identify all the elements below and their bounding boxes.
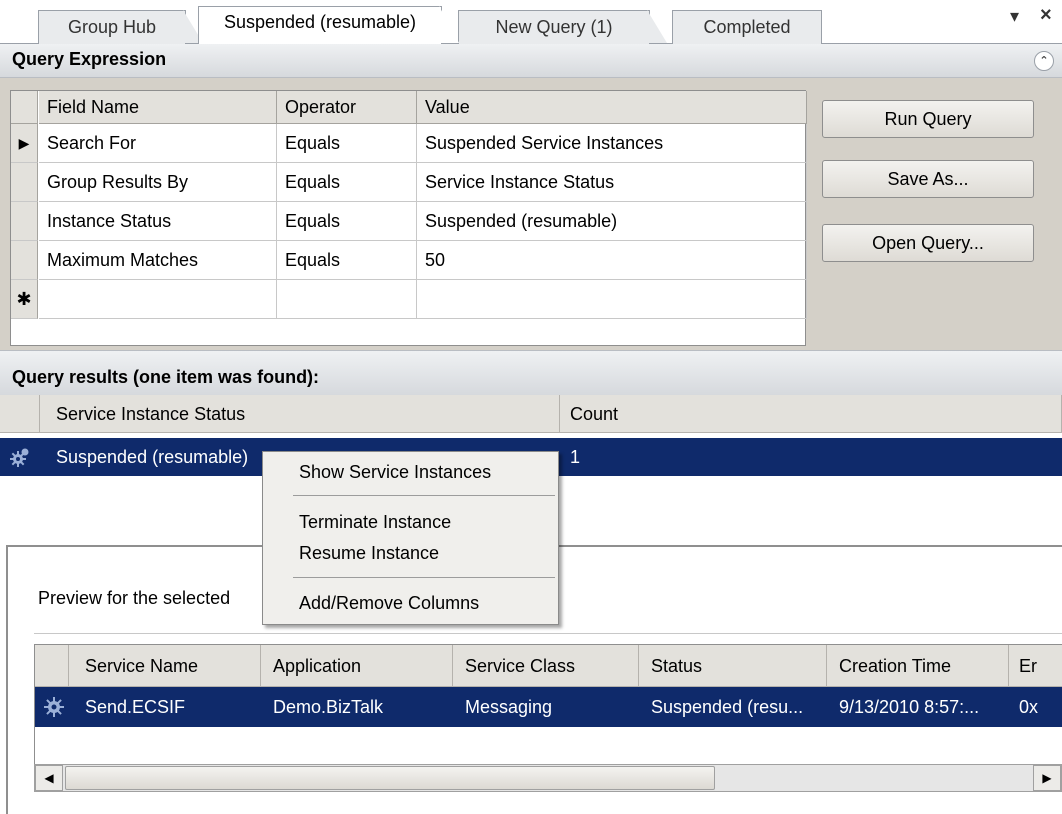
run-query-button[interactable]: Run Query bbox=[822, 100, 1034, 138]
tab-label: Suspended (resumable) bbox=[223, 12, 417, 32]
value-cell[interactable] bbox=[417, 280, 807, 319]
tab-label: Group Hub bbox=[67, 17, 157, 37]
column-header-status[interactable]: Status bbox=[639, 645, 827, 687]
value-cell[interactable]: Suspended (resumable) bbox=[417, 202, 807, 241]
column-header-creation-time[interactable]: Creation Time bbox=[827, 645, 1009, 687]
query-expression-panel: Field Name Operator Value ▶ Search For E… bbox=[0, 78, 1062, 350]
gear-icon bbox=[10, 448, 29, 467]
horizontal-scrollbar[interactable]: ◀ ▶ bbox=[34, 764, 1062, 792]
result-status-cell: Suspended (resumable) bbox=[56, 447, 249, 467]
result-count-cell: 1 bbox=[570, 447, 581, 467]
menu-item-add-remove-columns[interactable]: Add/Remove Columns bbox=[263, 589, 558, 617]
scroll-left-icon[interactable]: ◀ bbox=[35, 765, 63, 791]
tab-completed[interactable]: Completed bbox=[672, 10, 822, 44]
row-selector[interactable] bbox=[11, 202, 38, 241]
context-menu: Show Service Instances Terminate Instanc… bbox=[262, 451, 559, 625]
field-name-cell[interactable]: Instance Status bbox=[39, 202, 277, 241]
row-header-corner bbox=[35, 645, 69, 687]
menu-separator bbox=[293, 495, 555, 496]
field-name-cell[interactable] bbox=[39, 280, 277, 319]
field-name-cell[interactable]: Group Results By bbox=[39, 163, 277, 202]
application-cell: Demo.BizTalk bbox=[273, 697, 384, 717]
menu-separator bbox=[293, 577, 555, 578]
tab-label: New Query (1) bbox=[495, 17, 613, 37]
value-cell[interactable]: Service Instance Status bbox=[417, 163, 807, 202]
tab-label: Completed bbox=[703, 17, 791, 37]
query-row-instance-status[interactable]: Instance Status Equals Suspended (resuma… bbox=[11, 202, 807, 241]
row-selector[interactable] bbox=[11, 163, 38, 202]
query-row-group-results-by[interactable]: Group Results By Equals Service Instance… bbox=[11, 163, 807, 202]
column-header-truncated[interactable]: Er bbox=[1009, 645, 1062, 687]
truncated-cell: 0x bbox=[1019, 697, 1039, 717]
new-row-icon[interactable]: ✱ bbox=[11, 280, 38, 319]
column-header-service-instance-status[interactable]: Service Instance Status bbox=[40, 395, 560, 433]
tab-group-hub[interactable]: Group Hub bbox=[38, 10, 203, 44]
window-menu-icon[interactable]: ▾ bbox=[1010, 6, 1019, 27]
operator-cell[interactable] bbox=[277, 280, 417, 319]
open-query-button[interactable]: Open Query... bbox=[822, 224, 1034, 262]
query-expression-grid: Field Name Operator Value ▶ Search For E… bbox=[10, 90, 807, 346]
column-header-service-name[interactable]: Service Name bbox=[69, 645, 261, 687]
column-header-operator[interactable]: Operator bbox=[277, 91, 417, 124]
row-selector[interactable] bbox=[11, 241, 38, 280]
column-header-count[interactable]: Count bbox=[560, 395, 1062, 433]
preview-label: Preview for the selected bbox=[38, 588, 231, 608]
row-header-corner bbox=[0, 395, 40, 433]
tab-edge bbox=[647, 10, 667, 43]
column-header-application[interactable]: Application bbox=[261, 645, 453, 687]
operator-cell[interactable]: Equals bbox=[277, 163, 417, 202]
close-icon[interactable]: × bbox=[1040, 4, 1052, 27]
column-header-service-class[interactable]: Service Class bbox=[453, 645, 639, 687]
query-results-header: Query results (one item was found): bbox=[0, 350, 1062, 395]
operator-cell[interactable]: Equals bbox=[277, 124, 417, 163]
query-row-maximum-matches[interactable]: Maximum Matches Equals 50 bbox=[11, 241, 807, 280]
scroll-right-icon[interactable]: ▶ bbox=[1033, 765, 1061, 791]
query-expression-header: Query Expression ⌃ bbox=[0, 44, 1062, 78]
menu-item-show-service-instances[interactable]: Show Service Instances bbox=[263, 458, 558, 486]
operator-cell[interactable]: Equals bbox=[277, 202, 417, 241]
value-cell[interactable]: Suspended Service Instances bbox=[417, 124, 807, 163]
menu-item-terminate-instance[interactable]: Terminate Instance bbox=[263, 508, 558, 536]
scrollbar-thumb[interactable] bbox=[65, 766, 715, 790]
creation-time-cell: 9/13/2010 8:57:... bbox=[839, 697, 980, 717]
tab-edge bbox=[439, 6, 459, 43]
operator-cell[interactable]: Equals bbox=[277, 241, 417, 280]
tab-suspended-resumable[interactable]: Suspended (resumable) bbox=[198, 6, 459, 44]
menu-item-resume-instance[interactable]: Resume Instance bbox=[263, 539, 558, 567]
document-tab-strip: Group Hub New Query (1) Completed Suspen… bbox=[0, 0, 1062, 44]
tab-new-query[interactable]: New Query (1) bbox=[458, 10, 667, 44]
column-header-field-name[interactable]: Field Name bbox=[39, 91, 277, 124]
query-row-new[interactable]: ✱ bbox=[11, 280, 807, 319]
query-results-title: Query results (one item was found): bbox=[12, 367, 320, 387]
collapse-icon[interactable]: ⌃ bbox=[1034, 51, 1054, 71]
value-cell[interactable]: 50 bbox=[417, 241, 807, 280]
field-name-cell[interactable]: Search For bbox=[39, 124, 277, 163]
column-header-value[interactable]: Value bbox=[417, 91, 807, 124]
preview-divider bbox=[34, 633, 1062, 634]
service-instances-grid: Service Name Application Service Class S… bbox=[34, 644, 1062, 764]
save-as-button[interactable]: Save As... bbox=[822, 160, 1034, 198]
status-cell: Suspended (resu... bbox=[651, 697, 804, 717]
service-name-cell: Send.ECSIF bbox=[85, 697, 186, 717]
current-row-indicator-icon[interactable]: ▶ bbox=[11, 124, 38, 163]
service-instance-row[interactable]: Send.ECSIF Demo.BizTalk Messaging Suspen… bbox=[35, 687, 1062, 727]
query-expression-title: Query Expression bbox=[12, 49, 167, 69]
gear-icon bbox=[44, 697, 64, 717]
query-row-search-for[interactable]: ▶ Search For Equals Suspended Service In… bbox=[11, 124, 807, 163]
field-name-cell[interactable]: Maximum Matches bbox=[39, 241, 277, 280]
service-class-cell: Messaging bbox=[465, 697, 553, 717]
row-header-corner bbox=[11, 91, 38, 124]
